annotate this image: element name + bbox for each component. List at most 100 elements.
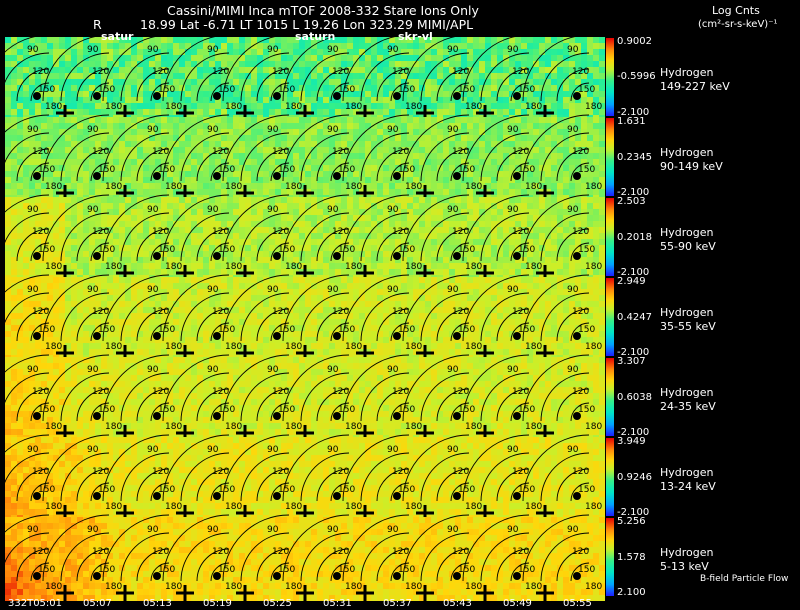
heatmap-cell — [227, 135, 233, 141]
heatmap-cell — [497, 147, 503, 153]
heatmap-cell — [305, 129, 311, 135]
heatmap-cell — [449, 159, 455, 165]
heatmap-cell — [77, 67, 83, 73]
heatmap-cell — [305, 141, 311, 147]
heatmap-cell — [359, 37, 365, 43]
heatmap-cell — [113, 295, 119, 301]
heatmap-cell — [47, 117, 53, 123]
heatmap-cell — [269, 269, 275, 275]
heatmap-cell — [521, 203, 527, 209]
heatmap-cell — [53, 307, 59, 313]
heatmap-cell — [113, 209, 119, 215]
heatmap-cell — [467, 203, 473, 209]
heatmap-cell — [353, 37, 359, 43]
heatmap-cell — [257, 227, 263, 233]
heatmap-cell — [143, 189, 149, 195]
heatmap-cell — [143, 331, 149, 337]
heatmap-cell — [155, 189, 161, 195]
contour-label: 120 — [512, 227, 529, 237]
heatmap-cell — [287, 215, 293, 221]
heatmap-cell — [41, 197, 47, 203]
heatmap-cell — [275, 109, 281, 115]
heatmap-cell — [113, 135, 119, 141]
heatmap-cell — [5, 55, 11, 61]
heatmap-cell — [239, 147, 245, 153]
heatmap-cell — [593, 117, 599, 123]
heatmap-cell — [293, 73, 299, 79]
heatmap-cell — [449, 103, 455, 109]
contour-label: 180 — [105, 182, 122, 192]
heatmap-cell — [431, 165, 437, 171]
contour-label: 120 — [512, 147, 529, 157]
heatmap-cell — [413, 135, 419, 141]
heatmap-cell — [173, 227, 179, 233]
heatmap-cell — [221, 203, 227, 209]
heatmap-cell — [173, 313, 179, 319]
heatmap-cell — [317, 103, 323, 109]
heatmap-cell — [35, 343, 41, 349]
heatmap-cell — [263, 183, 269, 189]
heatmap-cell — [443, 251, 449, 257]
contour-label: 180 — [105, 342, 122, 352]
heatmap-cell — [509, 159, 515, 165]
heatmap-cell — [425, 117, 431, 123]
heatmap-cell — [251, 251, 257, 257]
heatmap-cell — [131, 153, 137, 159]
heatmap-cell — [101, 209, 107, 215]
heatmap-cell — [131, 257, 137, 263]
heatmap-cell — [161, 203, 167, 209]
heatmap-cell — [215, 109, 221, 115]
heatmap-cell — [125, 277, 131, 283]
heatmap-cell — [311, 55, 317, 61]
heatmap-cell — [53, 55, 59, 61]
planet-marker — [273, 172, 281, 180]
heatmap-cell — [77, 343, 83, 349]
heatmap-cell — [347, 209, 353, 215]
heatmap-cell — [377, 147, 383, 153]
contour-label: 90 — [447, 125, 459, 135]
heatmap-cell — [389, 159, 395, 165]
heatmap-cell — [95, 263, 101, 269]
heatmap-cell — [431, 135, 437, 141]
heatmap-cell — [533, 227, 539, 233]
heatmap-cell — [179, 233, 185, 239]
heatmap-cell — [563, 79, 569, 85]
heatmap-cell — [179, 73, 185, 79]
heatmap-cell — [47, 129, 53, 135]
heatmap-cell — [581, 135, 587, 141]
heatmap-cell — [173, 37, 179, 43]
heatmap-cell — [359, 61, 365, 67]
heatmap-cell — [17, 67, 23, 73]
heatmap-cell — [287, 43, 293, 49]
heatmap-cell — [179, 135, 185, 141]
heatmap-cell — [119, 203, 125, 209]
heatmap-cell — [551, 245, 557, 251]
contour-label: 120 — [392, 227, 409, 237]
heatmap-cell — [83, 257, 89, 263]
heatmap-cell — [149, 103, 155, 109]
heatmap-cell — [539, 37, 545, 43]
heatmap-cell — [185, 245, 191, 251]
contour-label: 150 — [158, 165, 175, 175]
heatmap-cell — [521, 135, 527, 141]
heatmap-cell — [521, 55, 527, 61]
heatmap-cell — [425, 177, 431, 183]
heatmap-cell — [59, 147, 65, 153]
heatmap-cell — [125, 129, 131, 135]
heatmap-cell — [275, 269, 281, 275]
heatmap-cell — [161, 295, 167, 301]
heatmap-cell — [101, 129, 107, 135]
heatmap-cell — [41, 289, 47, 295]
planet-marker — [93, 172, 101, 180]
heatmap-cell — [551, 159, 557, 165]
contour-label: 150 — [158, 245, 175, 255]
heatmap-cell — [47, 283, 53, 289]
heatmap-cell — [587, 49, 593, 55]
heatmap-cell — [383, 153, 389, 159]
heatmap-cell — [461, 49, 467, 55]
heatmap-cell — [89, 183, 95, 189]
heatmap-cell — [83, 147, 89, 153]
heatmap-cell — [449, 79, 455, 85]
heatmap-cell — [77, 43, 83, 49]
heatmap-cell — [233, 203, 239, 209]
